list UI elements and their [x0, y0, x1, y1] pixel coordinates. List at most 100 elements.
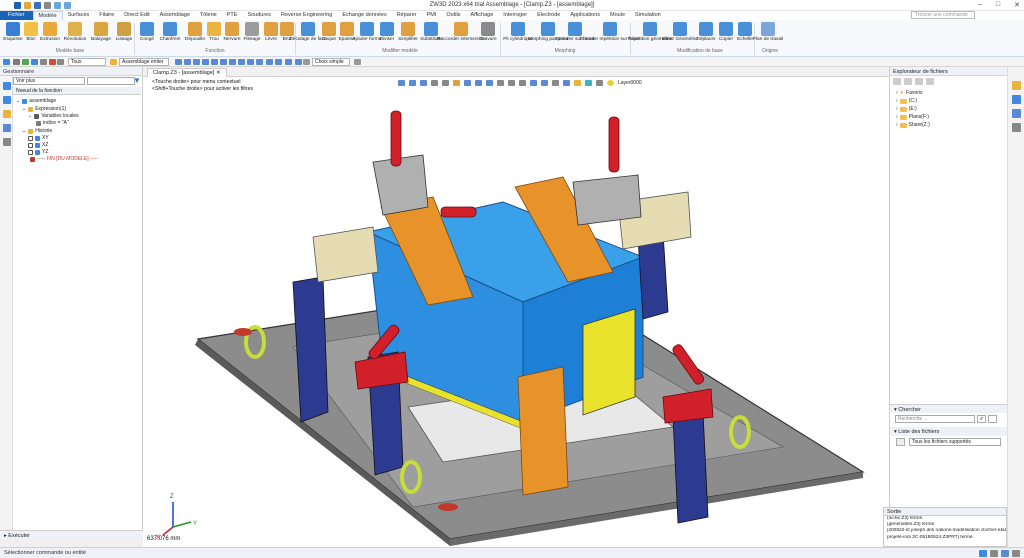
menu-surfaces[interactable]: Surfaces — [63, 11, 95, 20]
ajouter-forme-button[interactable]: Ajouter forme — [353, 22, 381, 42]
filter-icon[interactable] — [57, 59, 64, 65]
decalage-face-button[interactable]: Décalage de face — [289, 22, 327, 42]
explorer-item-favoris[interactable]: › ★ Favoris — [896, 90, 923, 96]
end-icon[interactable] — [247, 59, 254, 65]
select-icon[interactable] — [3, 59, 10, 65]
menu-applications[interactable]: Applications — [565, 11, 605, 20]
command-search-input[interactable]: Trouver une commande — [911, 11, 975, 19]
back-icon[interactable] — [893, 78, 901, 85]
stop-icon[interactable] — [49, 59, 56, 65]
explorer-item-share[interactable]: › Share(Z:) — [896, 122, 930, 128]
layer-icon[interactable] — [3, 124, 11, 132]
lasso-icon[interactable] — [354, 59, 361, 65]
tree-node-expression[interactable]: ⌄ Expression(1) — [22, 106, 66, 112]
tree-node-historie[interactable]: ⌄ Historie — [22, 128, 52, 134]
refresh-icon[interactable] — [926, 78, 934, 85]
menu-interroger[interactable]: Interroger — [498, 11, 532, 20]
funnel-icon[interactable]: ▼ — [133, 77, 141, 85]
tree-node-xz[interactable]: XZ — [28, 142, 48, 148]
pick-icon[interactable] — [31, 59, 38, 65]
menu-echange-donnees[interactable]: Echange données — [337, 11, 391, 20]
plane-icon[interactable] — [275, 59, 282, 65]
bloc-button[interactable]: Bloc — [21, 22, 41, 42]
feature-icon[interactable] — [295, 59, 302, 65]
search-section-header[interactable]: ▾ Chercher — [890, 404, 1008, 413]
assembly-select[interactable]: Assemblage entier — [119, 58, 169, 66]
deplacer-button[interactable]: Déplacer — [696, 22, 716, 42]
simplifier-button[interactable]: Simplifier — [398, 22, 418, 42]
axis-icon[interactable] — [266, 59, 273, 65]
search-icon[interactable]: ⌕ — [977, 415, 986, 423]
filter-select[interactable]: Tous — [68, 58, 106, 66]
enrouler-repetition-button[interactable]: Enrouler répétition sur faces — [580, 22, 640, 42]
pan-icon[interactable] — [13, 59, 20, 65]
grid-icon[interactable] — [256, 59, 263, 65]
raccorder-intersection-button[interactable]: Raccorder intersection — [437, 22, 485, 42]
revolution-button[interactable]: Révolution — [64, 22, 86, 42]
center-icon[interactable] — [229, 59, 236, 65]
up-icon[interactable] — [915, 78, 923, 85]
arrow-right-icon[interactable] — [22, 59, 29, 65]
edge-icon[interactable] — [193, 59, 200, 65]
clear-search-icon[interactable] — [988, 415, 997, 423]
menu-reverse-engineering[interactable]: Reverse Engineering — [276, 11, 337, 20]
chanfrein-button[interactable]: Chanfrein — [160, 22, 180, 42]
esquisse-button[interactable]: Esquisse — [3, 22, 23, 42]
folder-icon[interactable] — [1012, 81, 1021, 90]
tree-node-indice[interactable]: indice = "A" — [36, 120, 69, 126]
close-icon[interactable]: ✕ — [1014, 1, 1020, 9]
pli-cylindrique-button[interactable]: Pli cylindrique — [503, 22, 533, 42]
minimize-icon[interactable]: – — [978, 1, 982, 9]
menu-pmi[interactable]: PMI — [422, 11, 442, 20]
template-icon[interactable] — [1012, 109, 1021, 118]
tree-node-variables[interactable]: ⌄ Variables locales — [28, 113, 79, 119]
plan-travail-button[interactable]: Plan de travail — [753, 22, 783, 42]
checkbox-icon[interactable] — [28, 135, 33, 141]
menu-simulation[interactable]: Simulation — [630, 11, 666, 20]
coque-button[interactable]: Coque — [319, 22, 339, 42]
menu-soudures[interactable]: Soudures — [242, 11, 276, 20]
repetition-geometrie-button[interactable]: Répétition géométrie — [628, 22, 672, 42]
menu-tolerie[interactable]: Tôlerie — [195, 11, 222, 20]
menu-affichage[interactable]: Affichage — [465, 11, 498, 20]
diviser-button[interactable]: Diviser — [377, 22, 397, 42]
component-icon[interactable] — [285, 59, 292, 65]
settings-icon[interactable] — [40, 59, 47, 65]
explorer-item-e[interactable]: › (E:) — [896, 106, 917, 112]
body-icon[interactable] — [220, 59, 227, 65]
tree-node-end-marker[interactable]: ----- FIN [DU MODELE] ----- — [30, 156, 98, 162]
menu-fichier[interactable]: Fichier — [0, 11, 33, 20]
gravure-button[interactable]: Gravure — [478, 22, 498, 42]
snap-icon[interactable] — [175, 59, 182, 65]
maximize-icon[interactable]: □ — [996, 1, 1000, 9]
status-settings-icon[interactable] — [1012, 550, 1020, 557]
file-filter-select[interactable]: Tous les fichiers supportés — [909, 438, 1001, 446]
menu-filaire[interactable]: Filaire — [94, 11, 119, 20]
copier-button[interactable]: Copier — [716, 22, 736, 42]
assembly-icon[interactable] — [110, 59, 117, 65]
graphics-viewport[interactable]: Clamp.Z3 - [assemblage] ✕ <Touche droite… — [143, 67, 889, 547]
history-icon[interactable] — [3, 82, 11, 90]
menu-electrode[interactable]: Electrode — [532, 11, 565, 20]
checkbox-icon[interactable] — [28, 149, 33, 155]
menu-assemblage[interactable]: Assemblage — [155, 11, 195, 20]
model-render[interactable]: Z Y X — [143, 77, 889, 547]
explorer-item-plans[interactable]: › Plans(F:) — [896, 114, 929, 120]
checkbox-icon[interactable] — [28, 142, 33, 148]
status-snap-icon[interactable] — [990, 550, 998, 557]
view-icon[interactable] — [3, 138, 11, 146]
close-tab-icon[interactable]: ✕ — [216, 70, 221, 76]
face-icon[interactable] — [202, 59, 209, 65]
library-icon[interactable] — [1012, 95, 1021, 104]
search-tree-input[interactable] — [87, 77, 135, 85]
view-select[interactable]: Voir plus — [13, 77, 85, 85]
menu-pte[interactable]: PTE — [222, 11, 243, 20]
depouille-button[interactable]: Dépouille — [185, 22, 205, 42]
menu-outils[interactable]: Outils — [441, 11, 465, 20]
status-grid-icon[interactable] — [979, 550, 987, 557]
menu-moule[interactable]: Moule — [605, 11, 630, 20]
list-view-icon[interactable] — [896, 438, 905, 446]
extrusion-button[interactable]: Extrusion — [40, 22, 60, 42]
pick-mode-icon[interactable] — [303, 59, 310, 65]
miroir-geometrie-button[interactable]: Miroir Géométrie — [662, 22, 698, 42]
